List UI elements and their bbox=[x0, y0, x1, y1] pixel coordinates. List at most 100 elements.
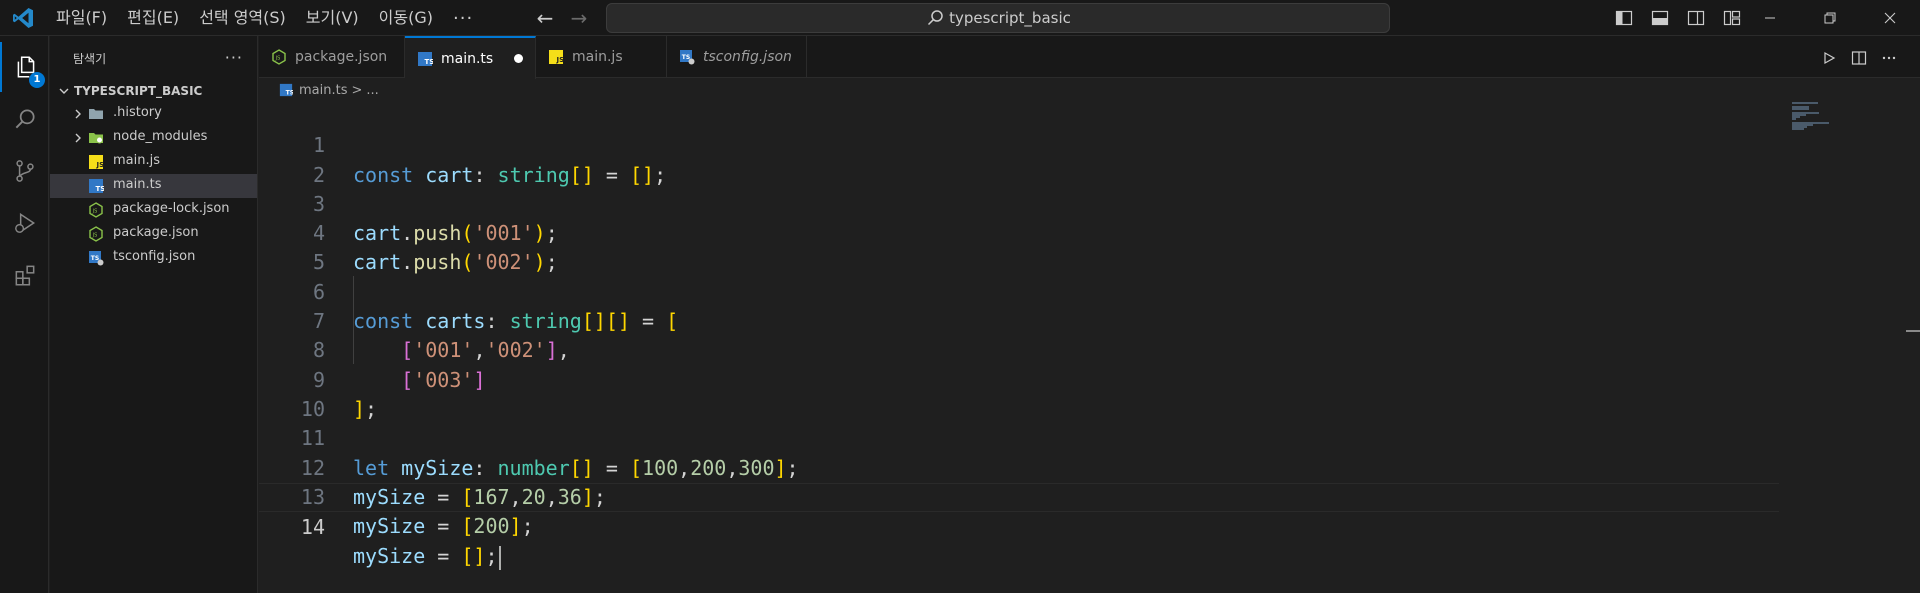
search-icon bbox=[15, 109, 35, 129]
tab-tsconfig-json[interactable]: TS tsconfig.json bbox=[667, 36, 807, 78]
title-bar: 파일(F) 편집(E) 선택 영역(S) 보기(V) 이동(G) ··· ← →… bbox=[0, 0, 1920, 36]
tree-item-package-json[interactable]: JS package.json bbox=[50, 222, 257, 246]
tree-item-label: tsconfig.json bbox=[113, 249, 196, 264]
minimap[interactable] bbox=[1792, 102, 1856, 142]
code-line: 9 ]; bbox=[259, 336, 1779, 421]
code-line: 5 bbox=[259, 219, 1779, 274]
tab-label: main.js bbox=[572, 49, 623, 65]
svg-text:TS: TS bbox=[286, 89, 293, 96]
activity-search[interactable] bbox=[0, 94, 49, 144]
chevron-right-icon bbox=[75, 133, 81, 143]
source-control-icon bbox=[15, 160, 34, 182]
tree-item-main-ts[interactable]: TS main.ts bbox=[50, 174, 257, 198]
minimap-line bbox=[1792, 102, 1818, 104]
unsaved-dot-icon[interactable] bbox=[514, 54, 523, 63]
menu-go[interactable]: 이동(G) bbox=[369, 4, 443, 32]
svg-text:JS: JS bbox=[92, 233, 98, 239]
more-actions-icon[interactable] bbox=[1874, 48, 1904, 68]
close-icon[interactable] bbox=[1860, 0, 1920, 36]
menu-bar: 파일(F) 편집(E) 선택 영역(S) 보기(V) 이동(G) ··· bbox=[46, 0, 483, 36]
npm-file-icon: JS bbox=[272, 49, 286, 65]
forward-arrow-icon[interactable]: → bbox=[565, 4, 593, 32]
tree-item-label: package-lock.json bbox=[113, 201, 230, 216]
node-folder-icon bbox=[89, 133, 103, 144]
svg-text:TS: TS bbox=[96, 185, 105, 193]
code-line: 6 const carts: string[][] = [ bbox=[259, 249, 1779, 333]
javascript-file-icon: JS bbox=[89, 155, 105, 169]
toggle-primary-sidebar-icon[interactable] bbox=[1606, 6, 1642, 30]
code-line: 7 ['001','002'], bbox=[259, 278, 1779, 362]
run-debug-icon bbox=[14, 212, 35, 234]
tree-item-node-modules[interactable]: node_modules bbox=[50, 126, 257, 150]
tree-item-label: .history bbox=[113, 105, 162, 120]
activity-source-control[interactable] bbox=[0, 146, 49, 196]
minimize-icon[interactable] bbox=[1740, 0, 1800, 36]
svg-text:JS: JS bbox=[92, 209, 98, 215]
activity-bar: 1 bbox=[0, 36, 49, 593]
tab-main-js[interactable]: JS main.js bbox=[536, 36, 667, 78]
code-text: mySize = []; bbox=[353, 542, 501, 571]
toggle-secondary-sidebar-icon[interactable] bbox=[1678, 6, 1714, 30]
sidebar-title: 탐색기 bbox=[73, 51, 107, 66]
tree-item-main-js[interactable]: JS main.js bbox=[50, 150, 257, 174]
tree-item-label: package.json bbox=[113, 225, 199, 240]
tree-item-tsconfig-json[interactable]: TS tsconfig.json bbox=[50, 246, 257, 270]
tree-item-history[interactable]: .history bbox=[50, 102, 257, 126]
activity-run-debug[interactable] bbox=[0, 198, 49, 248]
minimap-line bbox=[1792, 108, 1809, 110]
code-line: 2 bbox=[259, 131, 1779, 187]
workspace-folder[interactable]: TYPESCRIPT_BASIC bbox=[50, 80, 257, 102]
code-line: 11 let mySize: number[] = [100,200,300]; bbox=[259, 395, 1779, 479]
typescript-file-icon: TS bbox=[418, 51, 433, 66]
tree-item-label: main.ts bbox=[113, 177, 162, 192]
minimap-line bbox=[1792, 128, 1804, 130]
tab-label: main.ts bbox=[441, 50, 494, 67]
minimap-line bbox=[1792, 118, 1796, 120]
back-arrow-icon[interactable]: ← bbox=[531, 4, 559, 32]
tsconfig-file-icon: TS bbox=[680, 50, 695, 65]
toggle-panel-icon[interactable] bbox=[1642, 6, 1678, 30]
sidebar-more-button[interactable]: ··· bbox=[225, 48, 243, 67]
tab-main-ts[interactable]: TS main.ts bbox=[405, 36, 536, 79]
search-icon bbox=[928, 10, 943, 26]
menu-file[interactable]: 파일(F) bbox=[46, 4, 117, 32]
tree-item-package-lock-json[interactable]: JS package-lock.json bbox=[50, 198, 257, 222]
command-center-search[interactable]: typescript_basic bbox=[606, 3, 1390, 33]
sidebar-header: 탐색기 ··· bbox=[50, 36, 257, 80]
window-controls bbox=[1740, 0, 1920, 36]
npm-file-icon: JS bbox=[89, 226, 103, 242]
breadcrumb-symbols[interactable]: ... bbox=[366, 83, 378, 98]
code-line: 1 const cart: string[] = []; bbox=[259, 102, 1779, 186]
text-cursor bbox=[498, 545, 501, 570]
code-line: 10 bbox=[259, 366, 1779, 421]
activity-extensions[interactable] bbox=[0, 250, 49, 300]
activity-explorer[interactable]: 1 bbox=[0, 42, 49, 92]
folder-icon bbox=[89, 109, 103, 119]
menu-more-button[interactable]: ··· bbox=[443, 8, 483, 29]
svg-text:JS: JS bbox=[96, 161, 105, 169]
code-editor[interactable]: 1 const cart: string[] = []; 2 3 cart.pu… bbox=[259, 102, 1779, 593]
typescript-file-icon: TS bbox=[89, 179, 105, 193]
menu-selection[interactable]: 선택 영역(S) bbox=[189, 4, 296, 32]
chevron-down-icon bbox=[59, 88, 69, 94]
breadcrumb: TS main.ts > ... bbox=[259, 79, 379, 101]
editor-tab-bar: JS package.json TS main.ts JS main.js TS… bbox=[259, 36, 1920, 79]
tree-item-label: main.js bbox=[113, 153, 160, 168]
layout-controls bbox=[1606, 6, 1750, 30]
explorer-sidebar: 탐색기 ··· TYPESCRIPT_BASIC .history node_m… bbox=[50, 36, 258, 593]
code-line: 8 ['003'] bbox=[259, 307, 1779, 391]
split-editor-icon[interactable] bbox=[1844, 48, 1874, 68]
breadcrumb-file[interactable]: main.ts bbox=[299, 83, 347, 98]
scrollbar-cursor-marker bbox=[1906, 330, 1920, 332]
menu-view[interactable]: 보기(V) bbox=[296, 4, 369, 32]
tab-package-json[interactable]: JS package.json bbox=[259, 36, 405, 78]
line-number: 14 bbox=[300, 515, 325, 540]
code-line: 4 cart.push('002'); bbox=[259, 190, 1779, 274]
code-line-current: 14 mySize = []; bbox=[259, 482, 1779, 570]
restore-icon[interactable] bbox=[1800, 0, 1860, 36]
play-icon[interactable] bbox=[1814, 48, 1844, 68]
menu-edit[interactable]: 편집(E) bbox=[117, 4, 189, 32]
code-text: mySize = [200]; bbox=[353, 514, 534, 539]
svg-text:JS: JS bbox=[275, 56, 281, 62]
code-line: 12 mySize = [167,20,36]; bbox=[259, 424, 1779, 509]
